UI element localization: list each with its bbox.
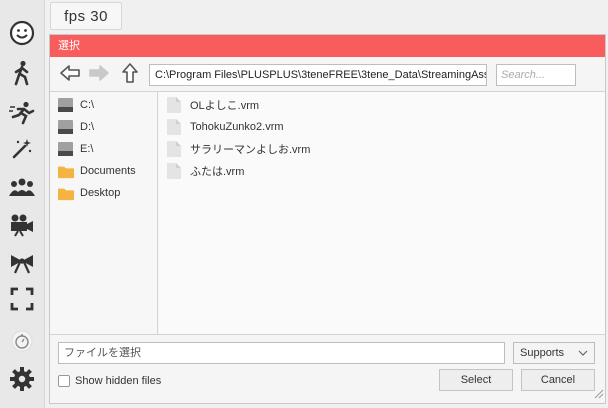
filename-input[interactable]: ファイルを選択 [58,342,505,364]
place-label: Desktop [80,187,121,199]
magic-wand-icon [10,137,34,161]
file-icon [167,141,181,157]
bow-ribbon-icon [9,252,35,274]
gear-icon [9,366,35,392]
file-name: TohokuZunko2.vrm [190,121,284,133]
sidebar-item-walk[interactable] [6,58,38,88]
sidebar-item-accessory[interactable] [6,248,38,278]
sidebar-item-face[interactable] [6,18,38,48]
walking-person-icon [11,60,33,86]
file-icon [167,163,181,179]
group-people-icon [9,177,35,197]
sidebar-item-camera[interactable] [6,210,38,240]
cancel-button[interactable]: Cancel [521,369,595,391]
browser-area: C:\ D:\ E:\ Documents Desktop OLよしこ.vrm … [50,91,605,335]
arrow-right-icon [88,64,110,85]
show-hidden-checkbox[interactable] [58,375,70,387]
file-item[interactable]: TohokuZunko2.vrm [167,118,284,136]
drive-icon [58,97,74,113]
show-hidden-label: Show hidden files [75,375,162,387]
filter-value: Supports [520,347,565,359]
smiley-face-icon [9,20,35,46]
dialog-title: 選択 [50,35,605,57]
place-item-d-drive[interactable]: D:\ [58,118,94,136]
file-icon [167,119,181,135]
sidebar-item-motion[interactable] [6,98,38,128]
file-list: OLよしこ.vrm TohokuZunko2.vrm サラリーマンよしお.vrm… [159,92,605,334]
file-item[interactable]: ふたは.vrm [167,162,244,180]
place-label: E:\ [80,143,94,155]
drive-icon [58,119,74,135]
video-camera-icon [9,213,35,237]
sidebar-item-timer[interactable] [6,326,38,356]
running-person-icon [9,101,35,125]
sidebar-item-effects[interactable] [6,134,38,164]
dialog-toolbar: C:\Program Files\PLUSPLUS\3teneFREE\3ten… [50,57,605,91]
fps-tab[interactable]: fps 30 [50,2,122,30]
chevron-down-icon [578,343,588,370]
fullscreen-frame-icon [10,287,34,311]
place-label: Documents [80,165,136,177]
file-name: OLよしこ.vrm [190,100,260,112]
path-input[interactable]: C:\Program Files\PLUSPLUS\3teneFREE\3ten… [149,64,487,86]
place-item-documents[interactable]: Documents [58,162,136,180]
places-panel: C:\ D:\ E:\ Documents Desktop [50,92,158,334]
file-filter-select[interactable]: Supports [513,342,595,364]
stopwatch-icon [11,330,33,352]
select-button[interactable]: Select [439,369,513,391]
place-item-c-drive[interactable]: C:\ [58,96,94,114]
up-folder-button[interactable] [118,62,142,87]
folder-icon [58,185,74,201]
place-item-desktop[interactable]: Desktop [58,184,120,202]
file-picker-dialog: 選択 C:\Program Files\PLUSPLUS\3teneFREE\3… [49,34,606,404]
back-button[interactable] [58,63,82,85]
sidebar-item-fullscreen[interactable] [6,284,38,314]
file-name: サラリーマンよしお.vrm [190,144,311,156]
show-hidden-row[interactable]: Show hidden files [58,373,161,389]
sidebar-item-settings[interactable] [6,364,38,394]
drive-icon [58,141,74,157]
sidebar-item-group[interactable] [6,172,38,202]
place-item-e-drive[interactable]: E:\ [58,140,93,158]
forward-button[interactable] [87,63,111,85]
folder-icon [58,163,74,179]
file-item[interactable]: サラリーマンよしお.vrm [167,140,310,158]
file-name: ふたは.vrm [190,166,245,178]
search-input[interactable]: Search... [496,64,576,86]
file-icon [167,97,181,113]
resize-grip-icon[interactable] [594,389,604,402]
file-item[interactable]: OLよしこ.vrm [167,96,259,114]
place-label: C:\ [80,99,95,111]
arrow-up-icon [121,62,139,87]
sidebar [0,0,45,408]
arrow-left-icon [59,64,81,85]
place-label: D:\ [80,121,95,133]
